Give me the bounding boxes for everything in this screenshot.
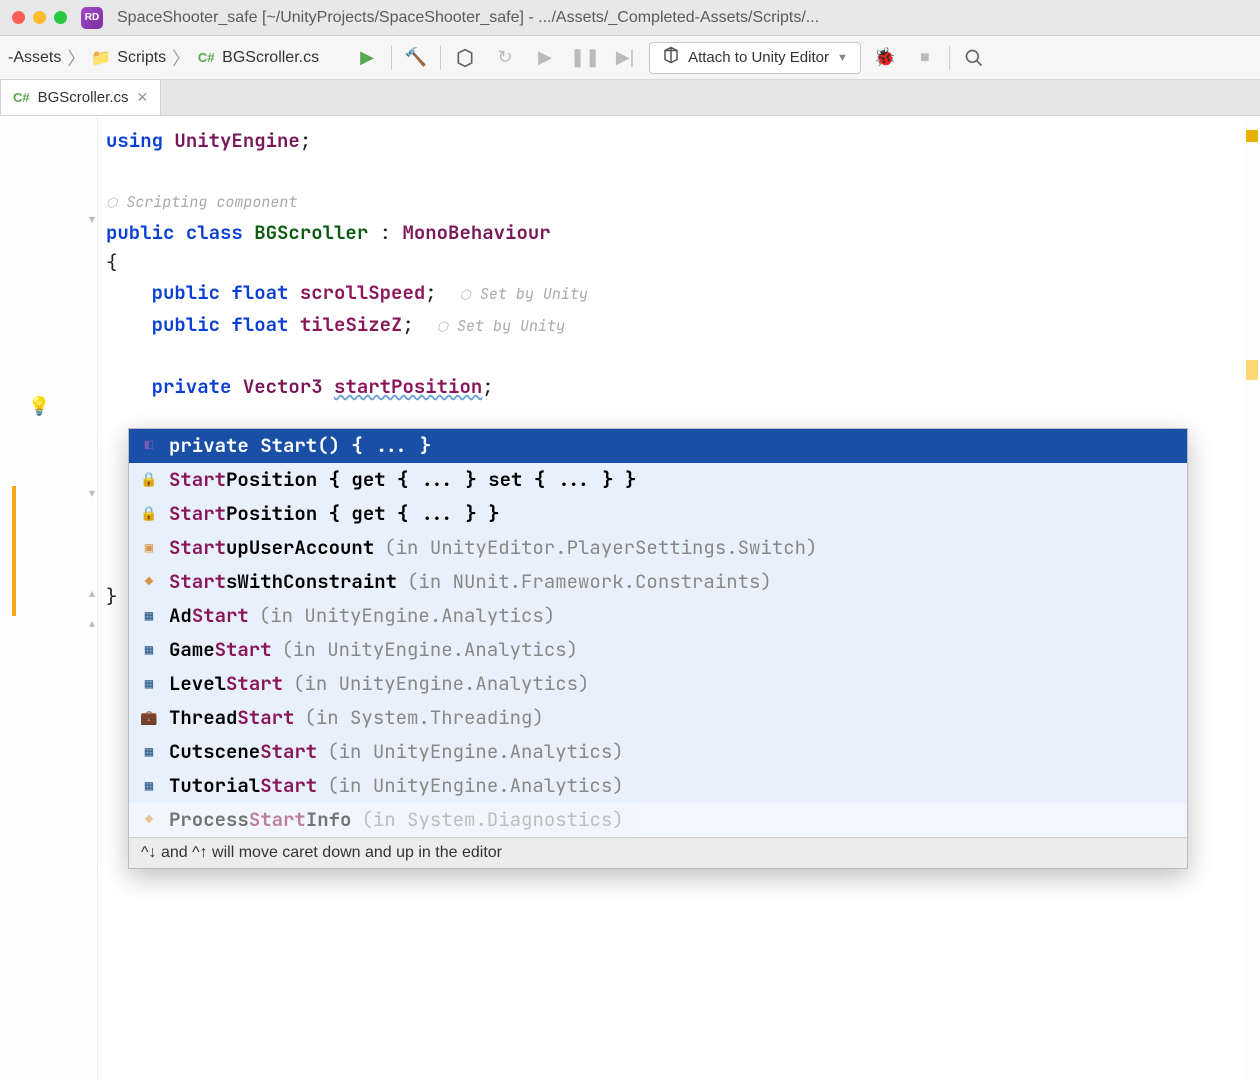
bug-icon: 🐞	[874, 47, 896, 68]
toolbar-separator	[440, 46, 441, 70]
completion-item[interactable]: ▦AdStart (in UnityEngine.Analytics)	[129, 599, 1187, 633]
toolbar-separator	[949, 46, 950, 70]
fold-toggle[interactable]: ▴	[89, 616, 95, 630]
breadcrumb[interactable]: -Assets 〉 📁 Scripts 〉 C# BGScroller.cs	[8, 45, 319, 71]
code-completion-popup[interactable]: ◧private Start() { ... }🔒StartPosition {…	[128, 428, 1188, 869]
build-button[interactable]: 🔨	[400, 42, 432, 74]
window-title: SpaceShooter_safe [~/UnityProjects/Space…	[117, 9, 819, 27]
keyword-public: public	[152, 312, 220, 337]
csharp-file-icon: C#	[196, 48, 216, 68]
toolbar-separator	[391, 46, 392, 70]
completion-item[interactable]: 💼ThreadStart (in System.Threading)	[129, 701, 1187, 735]
marker-strip[interactable]	[1242, 116, 1260, 1080]
pause-button[interactable]: ❚❚	[569, 42, 601, 74]
attach-to-editor-dropdown[interactable]: Attach to Unity Editor ▼	[649, 42, 861, 74]
breadcrumb-folder[interactable]: Scripts	[117, 49, 166, 67]
completion-item[interactable]: ◆StartsWithConstraint (in NUnit.Framewor…	[129, 565, 1187, 599]
keyword-private: private	[152, 374, 232, 399]
keyword-class: class	[186, 220, 243, 245]
minimize-window-button[interactable]	[33, 11, 46, 24]
popup-footer: ^↓ and ^↑ will move caret down and up in…	[129, 837, 1187, 868]
completion-item[interactable]: ▦LevelStart (in UnityEngine.Analytics)	[129, 667, 1187, 701]
class-name: BGScroller	[254, 220, 368, 245]
titlebar: RD SpaceShooter_safe [~/UnityProjects/Sp…	[0, 0, 1260, 36]
keyword-using: using	[106, 128, 163, 153]
play-button[interactable]: ▶	[529, 42, 561, 74]
completion-item[interactable]: ◧private Start() { ... }	[129, 429, 1187, 463]
breadcrumb-file[interactable]: BGScroller.cs	[222, 49, 319, 67]
completion-item[interactable]: ▦TutorialStart (in UnityEngine.Analytics…	[129, 769, 1187, 803]
completion-item[interactable]: 🔒StartPosition { get { ... } set { ... }…	[129, 463, 1187, 497]
change-marker	[12, 486, 16, 616]
chevron-down-icon: ▼	[837, 52, 848, 64]
step-button[interactable]: ▶|	[609, 42, 641, 74]
field-startposition: startPosition	[334, 374, 482, 399]
type-monobehaviour: MonoBehaviour	[402, 220, 550, 245]
attach-label: Attach to Unity Editor	[688, 49, 829, 66]
fold-toggle[interactable]: ▴	[89, 586, 95, 600]
close-icon[interactable]: ✕	[136, 89, 148, 106]
keyword-public: public	[152, 280, 220, 305]
search-button[interactable]	[958, 42, 990, 74]
completion-item[interactable]: ◆ProcessStartInfo (in System.Diagnostics…	[129, 803, 1187, 837]
debug-button[interactable]: 🐞	[869, 42, 901, 74]
tab-bar: C# BGScroller.cs ✕	[0, 80, 1260, 116]
unity-hint-icon: ⬡	[459, 286, 470, 303]
unity-hint-icon: ⬡	[437, 318, 448, 335]
warning-marker[interactable]	[1246, 130, 1258, 142]
keyword-public: public	[106, 220, 174, 245]
highlight-marker[interactable]	[1246, 360, 1258, 380]
unity-hint-icon: ⬡	[106, 194, 117, 211]
keyword-float: float	[231, 280, 288, 305]
completion-item[interactable]: ▦CutsceneStart (in UnityEngine.Analytics…	[129, 735, 1187, 769]
breadcrumb-parent[interactable]: -Assets	[8, 49, 61, 67]
field-scrollspeed: scrollSpeed	[300, 280, 425, 305]
toolbar: -Assets 〉 📁 Scripts 〉 C# BGScroller.cs ▶…	[0, 36, 1260, 80]
window-controls	[12, 11, 67, 24]
maximize-window-button[interactable]	[54, 11, 67, 24]
chevron-right-icon: 〉	[172, 45, 190, 71]
unity-icon	[662, 46, 680, 69]
completion-item[interactable]: 🔒StartPosition { get { ... } }	[129, 497, 1187, 531]
unity-refresh-button[interactable]	[449, 42, 481, 74]
csharp-file-icon: C#	[13, 90, 30, 105]
completion-item[interactable]: ▦GameStart (in UnityEngine.Analytics)	[129, 633, 1187, 667]
tab-bgscroller[interactable]: C# BGScroller.cs ✕	[0, 79, 161, 115]
tab-label: BGScroller.cs	[38, 89, 129, 106]
lightbulb-icon[interactable]: 💡	[28, 396, 50, 417]
folder-icon: 📁	[91, 48, 111, 68]
type-unityengine: UnityEngine	[174, 128, 299, 153]
editor-gutter[interactable]: 💡 ▾ ▾ ▴ ▴	[0, 116, 98, 1080]
close-window-button[interactable]	[12, 11, 25, 24]
code-hint: Scripting component	[126, 192, 297, 212]
stop-button[interactable]: ■	[909, 42, 941, 74]
fold-toggle[interactable]: ▾	[89, 486, 95, 500]
app-icon: RD	[81, 7, 103, 29]
field-tilesizez: tileSizeZ	[300, 312, 403, 337]
completion-item[interactable]: ▣StartupUserAccount (in UnityEditor.Play…	[129, 531, 1187, 565]
chevron-right-icon: 〉	[67, 45, 85, 71]
run-button[interactable]: ▶	[351, 42, 383, 74]
reload-button[interactable]: ↻	[489, 42, 521, 74]
fold-toggle[interactable]: ▾	[89, 212, 95, 226]
keyword-float: float	[231, 312, 288, 337]
stop-icon: ■	[920, 49, 930, 67]
code-hint: Set by Unity	[480, 284, 588, 304]
type-vector3: Vector3	[243, 374, 323, 399]
code-hint: Set by Unity	[457, 316, 565, 336]
